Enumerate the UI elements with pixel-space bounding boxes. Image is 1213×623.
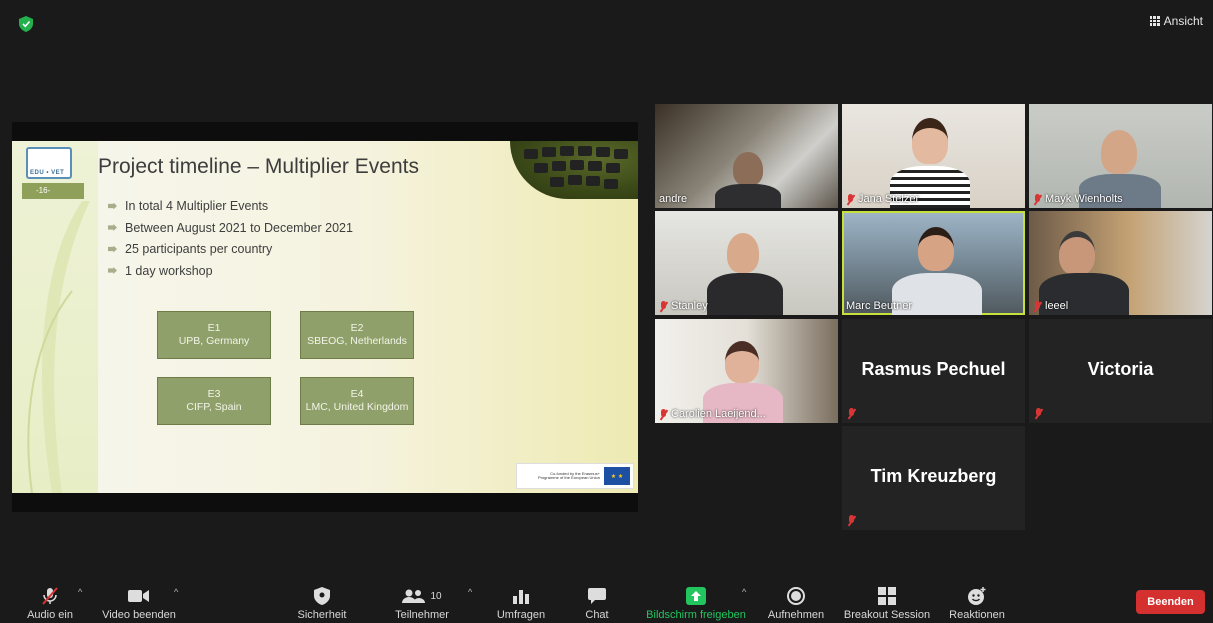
chat-button[interactable]: Chat	[578, 585, 616, 621]
slide-page-number: -16-	[22, 183, 84, 199]
participant-name: Rasmus Pechuel	[861, 359, 1006, 379]
audio-options-caret-icon[interactable]: ^	[78, 587, 82, 597]
muted-mic-icon	[659, 408, 668, 420]
record-icon	[787, 587, 805, 605]
breakout-grid-icon	[878, 587, 896, 605]
participant-name: Mayk Wienholts	[1045, 193, 1123, 205]
bullet-arrow-icon	[108, 245, 117, 253]
security-button[interactable]: Sicherheit	[294, 585, 350, 621]
video-tile[interactable]: Jana Stelzer	[842, 104, 1025, 208]
breakout-session-button[interactable]: Breakout Session	[840, 585, 934, 621]
video-tile-active-speaker[interactable]: Marc Beutner	[842, 211, 1025, 315]
polls-bar-chart-icon	[513, 590, 529, 604]
video-button[interactable]: Video beenden	[96, 585, 182, 621]
bullet-item: In total 4 Multiplier Events	[108, 199, 353, 213]
participant-name: Jana Stelzer	[858, 193, 920, 205]
participant-count: 10	[430, 590, 442, 602]
video-tile[interactable]: Carolien Laeijend...	[655, 319, 838, 423]
slide-bullet-list: In total 4 Multiplier Events Between Aug…	[108, 199, 353, 285]
video-options-caret-icon[interactable]: ^	[174, 587, 178, 597]
participants-button[interactable]: 10 Teilnehmer	[390, 585, 454, 621]
event-box-e3: E3 CIFP, Spain	[157, 377, 271, 425]
event-box-e1: E1 UPB, Germany	[157, 311, 271, 359]
edu-vet-logo: EDU • VET	[26, 147, 72, 179]
participant-name: Tim Kreuzberg	[870, 466, 997, 486]
polls-button[interactable]: Umfragen	[494, 585, 548, 621]
bullet-arrow-icon	[108, 267, 117, 274]
meeting-toolbar: Audio ein ^ Video beenden ^ Sicherheit 1…	[0, 579, 1213, 623]
reactions-button[interactable]: Reaktionen	[944, 585, 1010, 621]
bullet-arrow-icon	[108, 224, 117, 231]
participant-name: Marc Beutner	[846, 300, 913, 312]
video-tile[interactable]: Stanley	[655, 211, 838, 315]
microphone-muted-icon	[42, 587, 58, 605]
video-tile[interactable]: Rasmus Pechuel	[842, 319, 1025, 423]
share-screen-button[interactable]: Bildschirm freigeben	[640, 585, 752, 621]
keyboard-image	[510, 141, 638, 199]
eu-flag-icon: ★ ★	[604, 467, 630, 485]
muted-mic-icon	[1034, 408, 1043, 419]
participant-name: leeel	[1045, 300, 1069, 312]
slide-title: Project timeline – Multiplier Events	[98, 155, 419, 178]
event-box-e4: E4 LMC, United Kingdom	[300, 377, 414, 425]
video-tile[interactable]: Mayk Wienholts	[1029, 104, 1212, 208]
participants-icon	[402, 589, 426, 603]
view-button[interactable]: Ansicht	[1149, 14, 1203, 28]
reactions-smiley-icon	[968, 587, 986, 605]
end-meeting-button[interactable]: Beenden	[1136, 590, 1205, 614]
grid-icon	[1149, 16, 1160, 26]
record-button[interactable]: Aufnehmen	[763, 585, 829, 621]
bullet-item: Between August 2021 to December 2021	[108, 221, 353, 235]
participants-options-caret-icon[interactable]: ^	[468, 587, 472, 597]
security-shield-icon	[19, 16, 33, 32]
bullet-item: 25 participants per country	[108, 242, 353, 256]
video-tile[interactable]: Victoria	[1029, 319, 1212, 423]
share-screen-arrow-icon	[686, 587, 706, 605]
bullet-item: 1 day workshop	[108, 264, 353, 278]
share-options-caret-icon[interactable]: ^	[742, 587, 746, 597]
muted-mic-icon	[1033, 300, 1042, 312]
muted-mic-icon	[1033, 193, 1042, 205]
participant-name: Carolien Laeijend...	[671, 408, 766, 420]
participant-name: andre	[659, 193, 688, 205]
video-tile[interactable]: leeel	[1029, 211, 1212, 315]
security-shield-icon	[314, 587, 330, 605]
video-tile[interactable]: Tim Kreuzberg	[842, 426, 1025, 530]
muted-mic-icon	[847, 515, 856, 526]
chat-bubble-icon	[588, 588, 606, 604]
participant-name: Victoria	[1087, 359, 1154, 379]
video-tile[interactable]: andre	[655, 104, 838, 208]
video-camera-icon	[128, 590, 149, 602]
shared-screen: EDU • VET -16- Project timeline – Multip…	[12, 122, 638, 512]
eu-funding-logo: Co-funded by the Erasmus+ Programme of t…	[516, 463, 634, 489]
muted-mic-icon	[846, 193, 855, 205]
audio-button[interactable]: Audio ein	[22, 585, 78, 621]
presentation-slide: EDU • VET -16- Project timeline – Multip…	[12, 141, 638, 493]
participant-name: Stanley	[671, 300, 708, 312]
view-label: Ansicht	[1163, 14, 1203, 28]
muted-mic-icon	[847, 408, 856, 419]
event-box-e2: E2 SBEOG, Netherlands	[300, 311, 414, 359]
muted-mic-icon	[659, 300, 668, 312]
bullet-arrow-icon	[108, 202, 117, 210]
